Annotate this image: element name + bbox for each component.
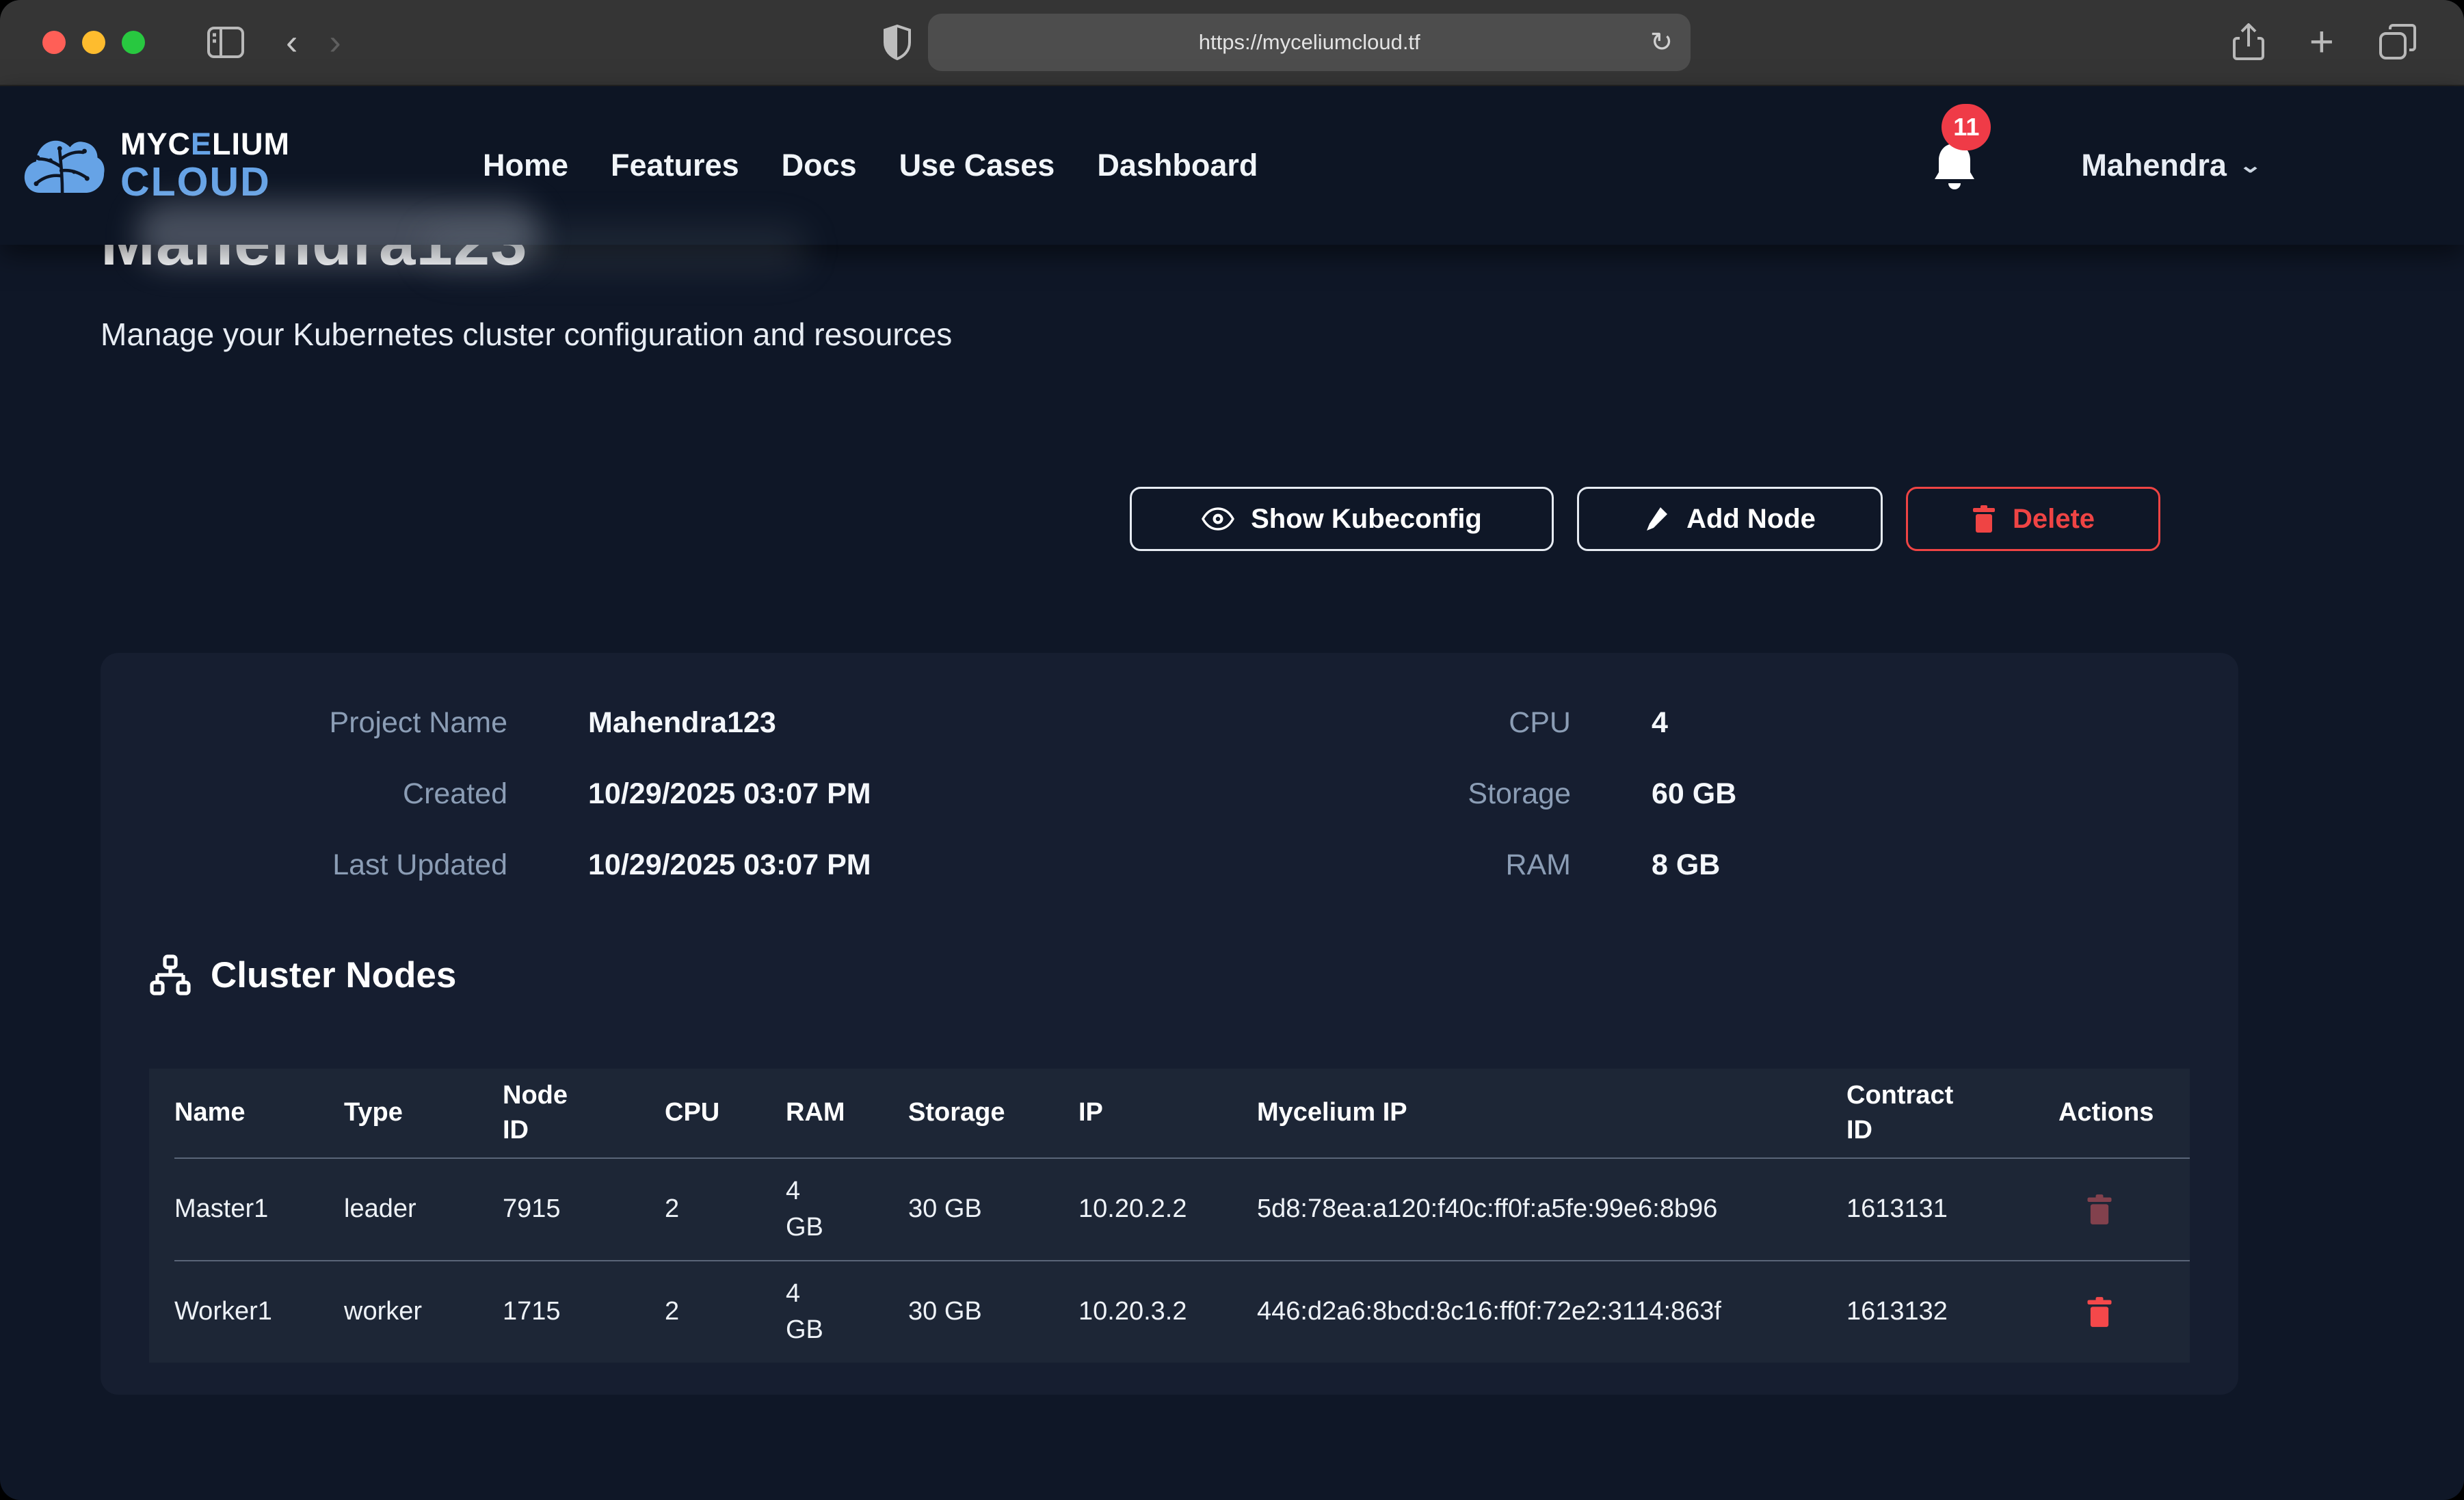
traffic-lights [42, 31, 145, 54]
trash-icon [1972, 505, 1996, 533]
notifications-button[interactable]: 11 [1931, 139, 1978, 191]
cpu-label: CPU [1188, 706, 1571, 740]
table-row: Master1 leader 7915 2 4 GB 30 GB 10.20.2… [174, 1157, 2190, 1260]
cell-storage: 30 GB [908, 1294, 1078, 1330]
cell-node-id: 1715 [503, 1294, 665, 1330]
col-contract-id: Contract ID [1846, 1078, 2058, 1149]
cell-ip: 10.20.2.2 [1078, 1191, 1257, 1227]
brand-logo[interactable]: MYCELIUM CLOUD [22, 129, 290, 202]
info-row-storage: Storage 60 GB [1188, 758, 1736, 829]
delete-node-button[interactable] [2058, 1194, 2113, 1225]
mycelium-cloud-logo-icon [22, 133, 105, 198]
close-window-button[interactable] [42, 31, 66, 54]
nav-link-features[interactable]: Features [611, 148, 739, 183]
storage-label: Storage [1188, 777, 1571, 811]
created-label: Created [124, 777, 507, 811]
col-ip: IP [1078, 1095, 1257, 1130]
col-cpu: CPU [665, 1095, 786, 1130]
privacy-shield-icon[interactable] [883, 25, 912, 60]
project-name-value: Mahendra123 [588, 706, 776, 740]
cluster-details-card: Project Name Mahendra123 Created 10/29/2… [101, 653, 2238, 1395]
cell-ip: 10.20.3.2 [1078, 1294, 1257, 1330]
cell-ram: 4 GB [786, 1276, 908, 1348]
reload-icon[interactable]: ↻ [1650, 27, 1673, 58]
col-type: Type [344, 1095, 503, 1130]
cell-mycelium-ip: 5d8:78ea:a120:f40c:ff0f:a5fe:99e6:8b96 [1257, 1191, 1846, 1227]
col-storage: Storage [908, 1095, 1078, 1130]
info-row-last-updated: Last Updated 10/29/2025 03:07 PM [124, 829, 871, 900]
back-button[interactable]: ‹ [286, 25, 297, 60]
cell-contract-id: 1613132 [1846, 1294, 2058, 1330]
browser-window: ‹ › https://myceliumcloud.tf ↻ + [0, 0, 2464, 1500]
cluster-nodes-heading: Cluster Nodes [149, 954, 456, 996]
col-actions: Actions [2058, 1095, 2190, 1130]
table-header-row: Name Type Node ID CPU RAM Storage IP Myc… [174, 1069, 2190, 1157]
project-name-label: Project Name [124, 706, 507, 740]
user-name: Mahendra [2081, 148, 2227, 183]
info-row-cpu: CPU 4 [1188, 687, 1668, 758]
cell-type: worker [344, 1294, 503, 1330]
pencil-icon [1644, 505, 1670, 533]
cell-name: Master1 [174, 1191, 344, 1227]
col-node-id: Node ID [503, 1078, 665, 1149]
user-menu[interactable]: Mahendra ⌄ [2081, 148, 2259, 183]
cpu-value: 4 [1652, 706, 1668, 740]
nav-link-docs[interactable]: Docs [782, 148, 857, 183]
last-updated-label: Last Updated [124, 848, 507, 882]
col-name: Name [174, 1095, 344, 1130]
cluster-nodes-table: Name Type Node ID CPU RAM Storage IP Myc… [149, 1069, 2190, 1363]
last-updated-value: 10/29/2025 03:07 PM [588, 848, 871, 882]
network-nodes-icon [149, 954, 191, 996]
browser-chrome: ‹ › https://myceliumcloud.tf ↻ + [0, 0, 2464, 86]
nav-link-use-cases[interactable]: Use Cases [899, 148, 1055, 183]
new-tab-icon[interactable]: + [2309, 21, 2334, 64]
cell-contract-id: 1613131 [1846, 1191, 2058, 1227]
trash-icon [2086, 1194, 2113, 1225]
chevron-down-icon: ⌄ [2238, 154, 2262, 178]
brand-wordmark: MYCELIUM CLOUD [120, 129, 290, 202]
notification-badge: 11 [1942, 104, 1991, 150]
nav-links: Home Features Docs Use Cases Dashboard [483, 148, 1258, 183]
minimize-window-button[interactable] [82, 31, 105, 54]
cell-ram: 4 GB [786, 1173, 908, 1246]
col-ram: RAM [786, 1095, 908, 1130]
cell-cpu: 2 [665, 1294, 786, 1330]
info-row-ram: RAM 8 GB [1188, 829, 1720, 900]
col-mycelium-ip: Mycelium IP [1257, 1095, 1846, 1130]
site-navbar: MYCELIUM CLOUD Home Features Docs Use Ca… [0, 86, 2464, 245]
eye-icon [1202, 507, 1234, 531]
cluster-actions: Show Kubeconfig Add Node Delete [1130, 487, 2160, 551]
info-row-project-name: Project Name Mahendra123 [124, 687, 776, 758]
sidebar-toggle-icon[interactable] [207, 26, 245, 59]
table-row: Worker1 worker 1715 2 4 GB 30 GB 10.20.3… [174, 1260, 2190, 1363]
trash-icon [2086, 1296, 2113, 1328]
cell-storage: 30 GB [908, 1191, 1078, 1227]
cell-type: leader [344, 1191, 503, 1227]
storage-value: 60 GB [1652, 777, 1736, 811]
cell-mycelium-ip: 446:d2a6:8bcd:8c16:ff0f:72e2:3114:863f [1257, 1294, 1846, 1330]
delete-node-button[interactable] [2058, 1296, 2113, 1328]
created-value: 10/29/2025 03:07 PM [588, 777, 871, 811]
page-subtitle: Manage your Kubernetes cluster configura… [101, 316, 952, 353]
ram-label: RAM [1188, 848, 1571, 882]
cell-node-id: 7915 [503, 1191, 665, 1227]
forward-button[interactable]: › [329, 25, 341, 60]
share-icon[interactable] [2233, 23, 2264, 62]
address-bar[interactable]: https://myceliumcloud.tf ↻ [928, 14, 1691, 71]
nav-link-home[interactable]: Home [483, 148, 568, 183]
cell-cpu: 2 [665, 1191, 786, 1227]
delete-cluster-button[interactable]: Delete [1906, 487, 2160, 551]
show-kubeconfig-button[interactable]: Show Kubeconfig [1130, 487, 1554, 551]
add-node-button[interactable]: Add Node [1577, 487, 1883, 551]
ram-value: 8 GB [1652, 848, 1720, 882]
zoom-window-button[interactable] [122, 31, 145, 54]
nav-link-dashboard[interactable]: Dashboard [1097, 148, 1258, 183]
info-row-created: Created 10/29/2025 03:07 PM [124, 758, 871, 829]
cell-name: Worker1 [174, 1294, 344, 1330]
tab-overview-icon[interactable] [2379, 24, 2416, 61]
url-text: https://myceliumcloud.tf [1199, 30, 1420, 55]
